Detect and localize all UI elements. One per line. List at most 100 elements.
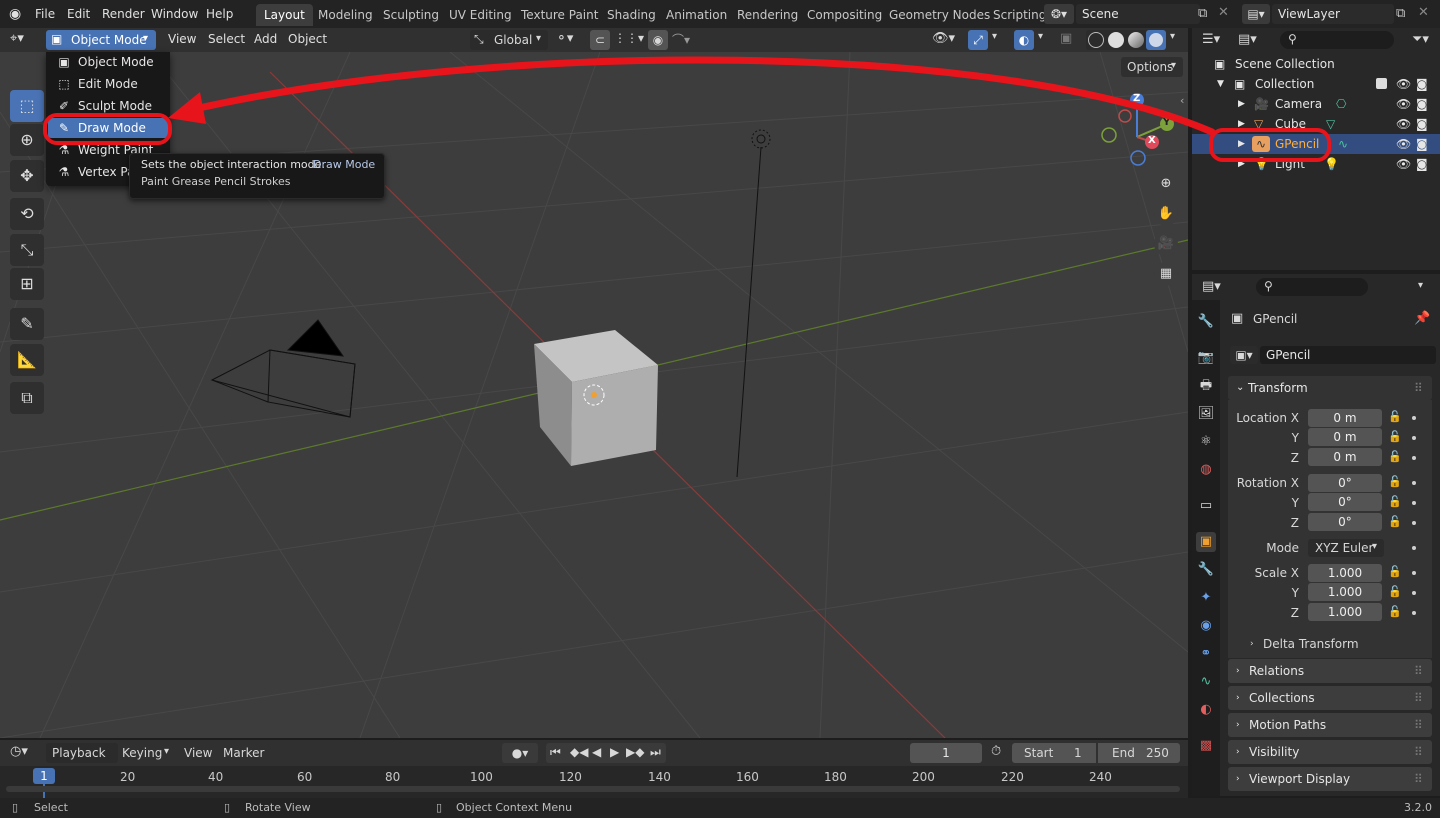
scene-tab-icon[interactable]: ⚛ (1196, 432, 1216, 452)
current-frame-field[interactable]: 1 (910, 743, 982, 763)
keyframe-dot[interactable] (1412, 501, 1416, 505)
keyframe-dot[interactable] (1412, 546, 1416, 550)
location-z-field[interactable]: 0 m (1308, 448, 1382, 466)
tab-modeling[interactable]: Modeling (310, 4, 381, 26)
snap-icon[interactable]: ⊂ (590, 30, 610, 50)
location-x-field[interactable]: 0 m (1308, 409, 1382, 427)
physics-tab-icon[interactable]: ◉ (1196, 616, 1216, 636)
play-icon[interactable]: ▶ (610, 745, 619, 759)
lock-icon[interactable]: 🔓 (1388, 475, 1402, 488)
chevron-down-icon[interactable]: ▾ (1170, 31, 1175, 42)
add-cube-tool-icon[interactable]: ⧉ (10, 382, 44, 414)
scale-z-field[interactable]: 1.000 (1308, 603, 1382, 621)
visibility-panel[interactable]: › Visibility ⠿ (1228, 740, 1432, 764)
drag-handle-icon[interactable]: ⠿ (1414, 376, 1423, 400)
gizmo-z-label[interactable]: Z (1133, 93, 1140, 104)
transform-panel-header[interactable]: ⌄ Transform ⠿ (1228, 376, 1432, 400)
drag-handle-icon[interactable]: ⠿ (1414, 686, 1423, 710)
drag-handle-icon[interactable]: ⠿ (1414, 767, 1423, 791)
timeline-view-menu[interactable]: View (184, 746, 212, 760)
pan-hand-icon[interactable]: ✋ (1154, 202, 1178, 226)
camera-render-icon[interactable]: ◙ (1416, 134, 1428, 154)
camera-data-icon[interactable]: ⎔ (1336, 94, 1346, 114)
lock-icon[interactable]: 🔓 (1388, 430, 1402, 443)
gpencil-data-icon[interactable]: ∿ (1338, 134, 1348, 154)
camera-render-icon[interactable]: ◙ (1416, 154, 1428, 174)
menu-object[interactable]: Object (288, 32, 327, 46)
object-browse-icon[interactable]: ▣▾ (1230, 346, 1258, 364)
play-reverse-icon[interactable]: ◀ (592, 745, 601, 759)
jump-end-icon[interactable]: ⏭ (650, 745, 661, 760)
eye-icon[interactable]: 👁 (1396, 134, 1411, 154)
rotation-y-field[interactable]: 0° (1308, 493, 1382, 511)
delta-transform-subpanel[interactable]: › Delta Transform (1240, 634, 1420, 654)
view-layer-tab-icon[interactable]: 🖼 (1196, 404, 1216, 424)
eye-icon[interactable]: 👁 (1396, 94, 1411, 114)
keyframe-dot[interactable] (1412, 436, 1416, 440)
outliner-search-input[interactable]: ⚲ (1280, 31, 1394, 49)
copy-viewlayer-icon[interactable]: ⧉ (1396, 6, 1405, 21)
solid-shading-icon[interactable] (1108, 32, 1124, 48)
gizmo-icon[interactable]: ⤢ (968, 30, 988, 50)
rendered-shading-icon[interactable] (1146, 30, 1166, 50)
viewlayer-browse-icon[interactable]: ▤▾ (1242, 4, 1270, 24)
falloff-icon[interactable]: ⌒▾ (672, 31, 690, 48)
keying-menu[interactable]: Keying (122, 746, 162, 760)
mode-dropdown[interactable]: ▣ Object Mode ▾ (46, 30, 156, 50)
sidebar-toggle-icon[interactable]: ‹ (1180, 94, 1184, 107)
scale-tool-icon[interactable]: ⤡ (10, 234, 44, 266)
scene-browse-icon[interactable]: ❂▾ (1044, 4, 1074, 24)
perspective-grid-icon[interactable]: ▦ (1154, 262, 1178, 286)
outliner-row-collection[interactable]: ▼ ▣ Collection 👁 ◙ (1192, 74, 1440, 94)
chevron-down-icon[interactable]: ▾ (1418, 280, 1423, 291)
filter-icon[interactable]: ⏷▾ (1412, 32, 1429, 47)
annotate-tool-icon[interactable]: ✎ (10, 308, 44, 340)
keyframe-dot[interactable] (1412, 591, 1416, 595)
drag-handle-icon[interactable]: ⠿ (1414, 740, 1423, 764)
tab-compositing[interactable]: Compositing (799, 4, 890, 26)
overlays-icon[interactable]: ◐ (1014, 30, 1034, 50)
lock-icon[interactable]: 🔓 (1388, 410, 1402, 423)
menu-file[interactable]: File (35, 7, 55, 21)
expand-arrow-icon[interactable]: ▶ (1238, 94, 1245, 114)
keyframe-dot[interactable] (1412, 481, 1416, 485)
camera-render-icon[interactable]: ◙ (1416, 114, 1428, 134)
mode-item-edit[interactable]: ⬚ Edit Mode (48, 74, 168, 94)
rotation-z-field[interactable]: 0° (1308, 513, 1382, 531)
snap-target-icon[interactable]: ⋮⋮▾ (614, 31, 644, 45)
copy-scene-icon[interactable]: ⧉ (1198, 6, 1207, 21)
relations-panel[interactable]: › Relations ⠿ (1228, 659, 1432, 683)
end-frame-field[interactable]: End 250 (1098, 743, 1180, 763)
constraints-tab-icon[interactable]: ⚭ (1196, 644, 1216, 664)
blender-logo-icon[interactable]: ◉ (9, 6, 21, 22)
delete-scene-icon[interactable]: ✕ (1218, 5, 1229, 20)
outliner-row-camera[interactable]: ▶ 🎥 Camera ⎔ 👁 ◙ (1192, 94, 1440, 114)
camera-render-icon[interactable]: ◙ (1416, 94, 1428, 114)
exclude-checkbox[interactable] (1376, 78, 1387, 89)
rotation-mode-dropdown[interactable]: XYZ Euler ▾ (1308, 539, 1384, 557)
tab-sculpting[interactable]: Sculpting (375, 4, 447, 26)
mode-item-draw[interactable]: ✎ Draw Mode (48, 118, 168, 138)
marker-menu[interactable]: Marker (223, 746, 264, 760)
pin-icon[interactable]: 📌 (1414, 311, 1430, 326)
move-tool-icon[interactable]: ✥ (10, 160, 44, 192)
timeline-ruler[interactable]: 1 20 40 60 80 100 120 140 160 180 200 22… (0, 766, 1188, 798)
chevron-down-icon[interactable]: ▾ (992, 31, 997, 42)
visibility-icon[interactable]: 👁▾ (932, 31, 955, 46)
playback-menu[interactable]: Playback (46, 743, 118, 763)
transform-tool-icon[interactable]: ⊞ (10, 268, 44, 300)
gizmo-x-label[interactable]: X (1148, 135, 1156, 146)
start-frame-field[interactable]: Start 1 (1012, 743, 1096, 763)
expand-arrow-icon[interactable]: ▶ (1238, 154, 1245, 174)
menu-view[interactable]: View (168, 32, 196, 46)
lock-icon[interactable]: 🔓 (1388, 605, 1402, 618)
mode-item-sculpt[interactable]: ✐ Sculpt Mode (48, 96, 168, 116)
expand-arrow-icon[interactable]: ▶ (1238, 114, 1245, 134)
gizmo-y-label[interactable]: Y (1163, 117, 1170, 128)
record-icon[interactable]: ●▾ (502, 743, 538, 763)
measure-tool-icon[interactable]: 📐 (10, 344, 44, 376)
wireframe-shading-icon[interactable] (1088, 32, 1104, 48)
rotation-x-field[interactable]: 0° (1308, 474, 1382, 492)
tab-texture-paint[interactable]: Texture Paint (513, 4, 606, 26)
menu-render[interactable]: Render (102, 7, 145, 21)
